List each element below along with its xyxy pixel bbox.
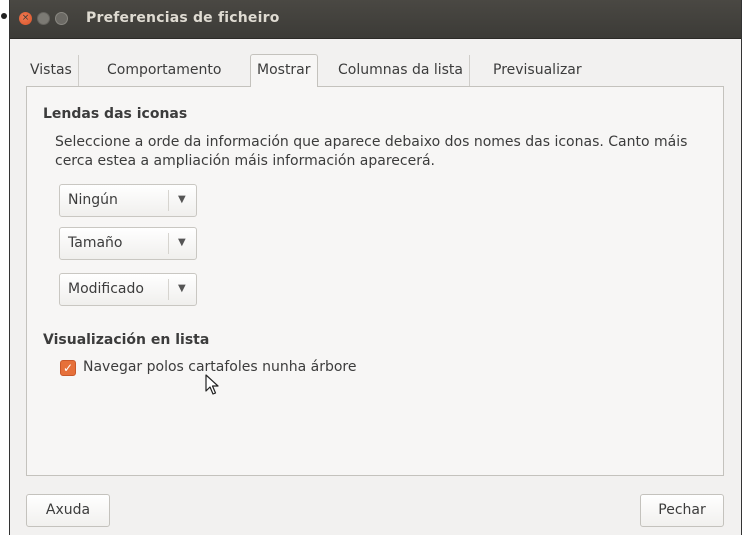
list-view-heading: Visualización en lista [43, 332, 210, 348]
chevron-down-icon: ▼ [178, 237, 186, 248]
mouse-pointer-icon [205, 374, 219, 395]
preferences-window: × Preferencias de ficheiro Vistas Compor… [9, 0, 742, 535]
combo-divider [168, 233, 169, 254]
caption-combo-3-value: Modificado [68, 281, 144, 297]
caption-combo-1-value: Ningún [68, 192, 118, 208]
caption-combo-2-value: Tamaño [68, 235, 123, 251]
navigate-tree-checkbox[interactable]: ✓ [60, 360, 76, 376]
combo-divider [168, 190, 169, 211]
minimize-icon [38, 13, 49, 24]
screenshot-page: × Preferencias de ficheiro Vistas Compor… [0, 0, 745, 535]
caption-combo-1[interactable]: Ningún ▼ [59, 184, 197, 217]
chevron-down-icon: ▼ [178, 283, 186, 294]
tab-comportamento[interactable]: Comportamento [101, 55, 227, 86]
close-window-button[interactable]: × [19, 12, 32, 25]
tab-vistas[interactable]: Vistas [24, 55, 79, 86]
tab-mostrar[interactable]: Mostrar [250, 54, 318, 87]
maximize-icon [56, 13, 67, 24]
tab-previsualizar[interactable]: Previsualizar [487, 55, 588, 86]
maximize-window-button[interactable] [55, 12, 68, 25]
minimize-window-button[interactable] [37, 12, 50, 25]
bullet-dot [1, 13, 7, 19]
tab-columnas-da-lista[interactable]: Columnas da lista [332, 55, 470, 86]
close-icon: × [21, 13, 30, 23]
window-title: Preferencias de ficheiro [86, 10, 280, 26]
close-button[interactable]: Pechar [640, 494, 724, 527]
title-bar[interactable]: × Preferencias de ficheiro [10, 0, 741, 39]
icon-captions-description: Seleccione a orde da información que apa… [55, 134, 688, 169]
help-button[interactable]: Axuda [26, 494, 110, 527]
caption-combo-2[interactable]: Tamaño ▼ [59, 227, 197, 260]
tab-panel-mostrar: Lendas das iconas Seleccione a orde da i… [26, 86, 724, 476]
caption-combo-3[interactable]: Modificado ▼ [59, 273, 197, 306]
tab-bar: Vistas Comportamento Mostrar Columnas da… [24, 54, 741, 87]
combo-divider [168, 279, 169, 300]
chevron-down-icon: ▼ [178, 194, 186, 205]
navigate-tree-label[interactable]: Navegar polos cartafoles nunha árbore [83, 359, 357, 375]
icon-captions-heading: Lendas das iconas [43, 106, 188, 122]
